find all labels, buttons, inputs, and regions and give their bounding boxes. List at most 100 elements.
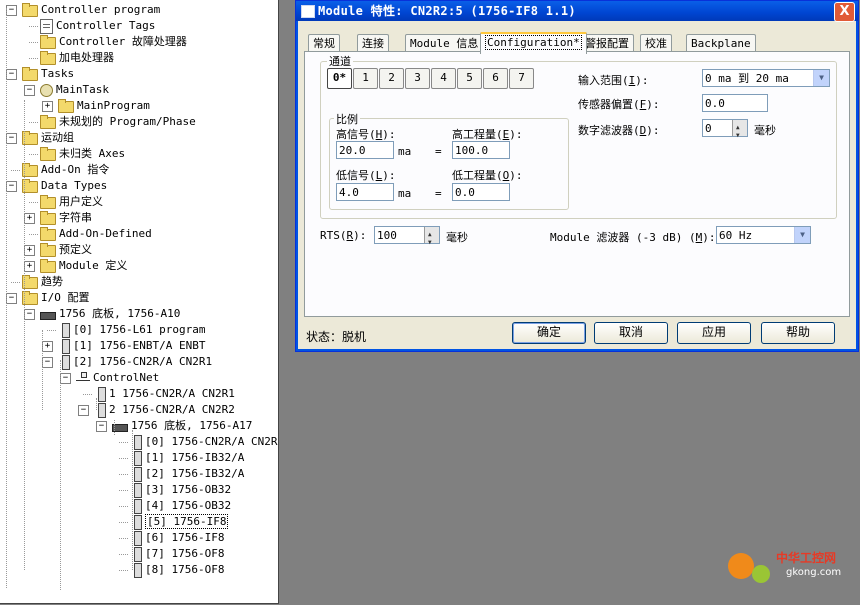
low-signal-input[interactable]: 4.0 — [336, 183, 394, 201]
digital-filter-input[interactable]: 0 — [702, 119, 748, 145]
help-button[interactable]: 帮助 — [761, 322, 835, 344]
low-signal-unit: ma — [398, 187, 412, 200]
rts-input[interactable]: 100 — [374, 226, 440, 252]
tree-item[interactable]: Module 定义 — [40, 258, 127, 274]
tab-backplane[interactable]: Backplane — [686, 34, 756, 52]
tree-item[interactable]: [3] 1756-OB32 — [130, 482, 231, 498]
chevron-down-icon[interactable]: ▼ — [794, 227, 810, 243]
tree-item[interactable]: [0] 1756-CN2R/A CN2R — [130, 434, 277, 450]
module-icon — [62, 354, 70, 370]
tree-item[interactable]: I/O 配置 — [22, 290, 90, 306]
collapse-icon[interactable]: − — [6, 5, 17, 16]
tree-item-label: Controller program — [41, 3, 161, 16]
channel-3-button[interactable]: 3 — [405, 68, 430, 89]
tree-item-label: I/O 配置 — [41, 291, 90, 304]
folder-icon — [40, 147, 56, 161]
tree-connector — [83, 394, 92, 395]
collapse-icon[interactable]: − — [6, 133, 17, 144]
collapse-icon[interactable]: − — [42, 357, 53, 368]
channel-6-button[interactable]: 6 — [483, 68, 508, 89]
collapse-icon[interactable]: − — [24, 309, 35, 320]
cancel-button[interactable]: 取消 — [594, 322, 668, 344]
tree-item[interactable]: Tasks — [22, 66, 74, 82]
collapse-icon[interactable]: − — [6, 293, 17, 304]
tree-item[interactable]: 未归类 Axes — [40, 146, 125, 162]
tree-item[interactable]: Controller Tags — [40, 18, 155, 34]
tree-item[interactable]: 趋势 — [22, 274, 63, 290]
channel-5-button[interactable]: 5 — [457, 68, 482, 89]
expand-icon[interactable]: + — [42, 101, 53, 112]
watermark: 中华工控网 gkong.com — [722, 543, 852, 591]
tree-item[interactable]: 运动组 — [22, 130, 74, 146]
input-range-select[interactable]: 0 ma 到 20 ma ▼ — [702, 69, 830, 87]
channel-2-button[interactable]: 2 — [379, 68, 404, 89]
task-icon — [40, 83, 53, 97]
channel-4-button[interactable]: 4 — [431, 68, 456, 89]
tab-calibration[interactable]: 校准 — [640, 34, 672, 52]
tree-item[interactable]: [6] 1756-IF8 — [130, 530, 224, 546]
tree-item[interactable]: [2] 1756-CN2R/A CN2R1 — [58, 354, 212, 370]
collapse-icon[interactable]: − — [24, 85, 35, 96]
tree-connector — [29, 42, 38, 43]
tab-configuration[interactable]: Configuration* — [480, 32, 587, 54]
expand-icon[interactable]: + — [24, 245, 35, 256]
low-eng-input[interactable]: 0.0 — [452, 183, 510, 201]
module-icon — [134, 482, 142, 498]
channel-0-button[interactable]: 0* — [327, 68, 352, 89]
tree-item[interactable]: 加电处理器 — [40, 50, 114, 66]
tree-item[interactable]: [0] 1756-L61 program — [58, 322, 205, 338]
tab-alarm-config[interactable]: 警报配置 — [580, 34, 634, 52]
tree-item[interactable]: 字符串 — [40, 210, 92, 226]
tree-item[interactable]: ControlNet — [76, 370, 159, 386]
channel-7-button[interactable]: 7 — [509, 68, 534, 89]
tree-item[interactable]: [5] 1756-IF8 — [130, 514, 229, 530]
ok-button[interactable]: 确定 — [512, 322, 586, 344]
tree-item[interactable]: [2] 1756-IB32/A — [130, 466, 244, 482]
tab-module-info[interactable]: Module 信息 — [405, 34, 484, 52]
close-button[interactable]: X — [834, 2, 855, 22]
expand-icon[interactable]: + — [42, 341, 53, 352]
high-signal-input[interactable]: 20.0 — [336, 141, 394, 159]
tree-item-label: 1 1756-CN2R/A CN2R1 — [109, 387, 235, 400]
tree-item[interactable]: MainProgram — [58, 98, 150, 114]
spinner-icon[interactable] — [424, 226, 439, 252]
expand-icon[interactable]: + — [24, 213, 35, 224]
tree-item[interactable]: [8] 1756-OF8 — [130, 562, 224, 578]
spinner-icon[interactable] — [732, 119, 747, 145]
tab-general[interactable]: 常规 — [308, 34, 340, 52]
collapse-icon[interactable]: − — [6, 69, 17, 80]
tree-item[interactable]: 用户定义 — [40, 194, 103, 210]
module-filter-select[interactable]: 60 Hz ▼ — [716, 226, 811, 244]
tree-item[interactable]: Add-On-Defined — [40, 226, 152, 242]
tree-item[interactable]: [4] 1756-OB32 — [130, 498, 231, 514]
tree-item[interactable]: 未规划的 Program/Phase — [40, 114, 196, 130]
tree-item[interactable]: [1] 1756-IB32/A — [130, 450, 244, 466]
tree-item[interactable]: 1756 底板, 1756-A10 — [40, 306, 180, 322]
network-icon — [76, 372, 90, 384]
controller-organizer-tree[interactable]: − Controller program Controller Tags Contro… — [0, 0, 279, 604]
tree-item[interactable]: 1 1756-CN2R/A CN2R1 — [94, 386, 235, 402]
tree-item[interactable]: Data Types — [22, 178, 107, 194]
collapse-icon[interactable]: − — [78, 405, 89, 416]
expand-icon[interactable]: + — [24, 261, 35, 272]
tree-item[interactable]: 预定义 — [40, 242, 92, 258]
tab-connection[interactable]: 连接 — [357, 34, 389, 52]
dialog-titlebar[interactable]: Module 特性: CN2R2:5 (1756-IF8 1.1) X — [296, 1, 858, 22]
tree-connector — [29, 58, 38, 59]
sensor-offset-input[interactable]: 0.0 — [702, 94, 768, 112]
apply-button[interactable]: 应用 — [677, 322, 751, 344]
tree-item[interactable]: Controller 故障处理器 — [40, 34, 187, 50]
tree-item[interactable]: 2 1756-CN2R/A CN2R2 — [94, 402, 235, 418]
tree-item[interactable]: Controller program — [22, 2, 160, 18]
tree-item[interactable]: MainTask — [40, 82, 109, 98]
tree-item[interactable]: Add-On 指令 — [22, 162, 109, 178]
high-eng-input[interactable]: 100.0 — [452, 141, 510, 159]
chevron-down-icon[interactable]: ▼ — [813, 70, 829, 86]
tree-item[interactable]: [7] 1756-OF8 — [130, 546, 224, 562]
collapse-icon[interactable]: − — [6, 181, 17, 192]
collapse-icon[interactable]: − — [96, 421, 107, 432]
tree-item[interactable]: [1] 1756-ENBT/A ENBT — [58, 338, 205, 354]
tree-item[interactable]: 1756 底板, 1756-A17 — [112, 418, 252, 434]
channel-1-button[interactable]: 1 — [353, 68, 378, 89]
collapse-icon[interactable]: − — [60, 373, 71, 384]
